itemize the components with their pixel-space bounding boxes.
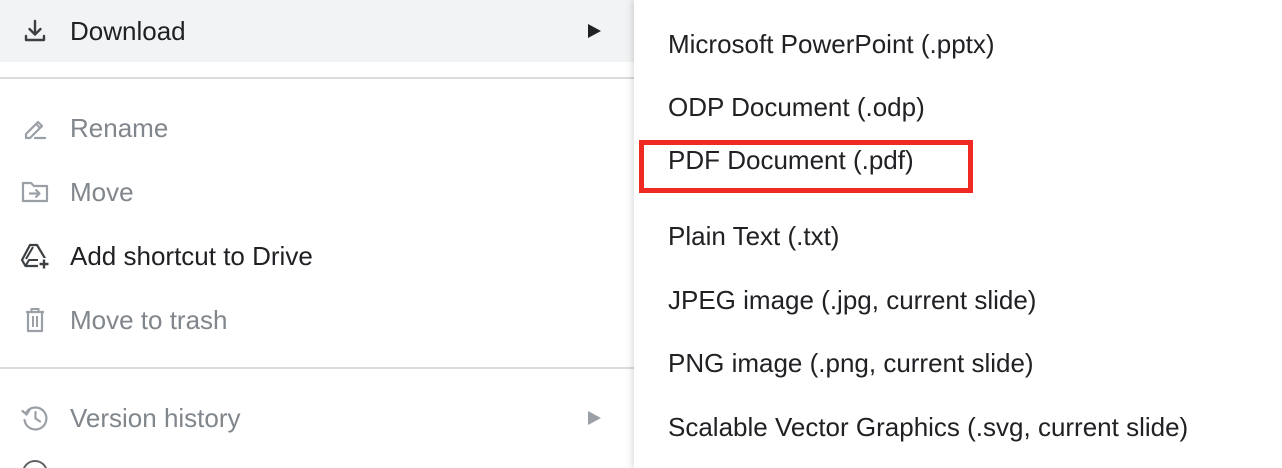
menu-divider — [0, 367, 634, 369]
download-submenu: Microsoft PowerPoint (.pptx) ODP Documen… — [634, 0, 1282, 468]
menu-item-version-history[interactable]: Version history — [0, 387, 634, 449]
menu-item-version-history-label: Version history — [70, 403, 241, 433]
download-option-png[interactable]: PNG image (.png, current slide) — [634, 331, 1282, 395]
download-option-label: PNG image (.png, current slide) — [668, 348, 1034, 378]
download-option-jpg[interactable]: JPEG image (.jpg, current slide) — [634, 268, 1282, 332]
download-option-pdf[interactable]: PDF Document (.pdf) — [634, 128, 1282, 193]
download-option-label: ODP Document (.odp) — [668, 92, 925, 122]
download-option-label: JPEG image (.jpg, current slide) — [668, 285, 1037, 315]
add-shortcut-drive-icon — [20, 241, 50, 271]
download-option-label: PDF Document (.pdf) — [668, 145, 914, 175]
menu-divider — [0, 77, 634, 79]
menu-item-move[interactable]: Move — [0, 161, 634, 223]
submenu-arrow-icon — [588, 24, 601, 38]
history-icon — [20, 403, 50, 433]
download-option-svg[interactable]: Scalable Vector Graphics (.svg, current … — [634, 395, 1282, 459]
file-menu: Download Rename Move Add shortcut to Dri… — [0, 0, 634, 468]
menu-item-add-shortcut-label: Add shortcut to Drive — [70, 241, 313, 271]
submenu-arrow-icon — [588, 411, 601, 425]
download-option-label: Plain Text (.txt) — [668, 221, 840, 251]
menu-item-move-to-trash[interactable]: Move to trash — [0, 289, 634, 351]
move-folder-icon — [20, 177, 50, 207]
download-option-label: Microsoft PowerPoint (.pptx) — [668, 29, 995, 59]
menu-item-move-label: Move — [70, 177, 134, 207]
menu-item-rename[interactable]: Rename — [0, 97, 634, 159]
menu-item-move-to-trash-label: Move to trash — [70, 305, 228, 335]
trash-icon — [20, 305, 50, 335]
rename-icon — [20, 113, 50, 143]
download-icon — [20, 16, 50, 46]
menu-item-rename-label: Rename — [70, 113, 169, 143]
download-option-txt[interactable]: Plain Text (.txt) — [634, 204, 1282, 268]
menu-item-download[interactable]: Download — [0, 0, 634, 62]
menu-item-download-label: Download — [70, 16, 186, 46]
partial-menu-icon — [22, 460, 48, 468]
download-option-pptx[interactable]: Microsoft PowerPoint (.pptx) — [634, 12, 1282, 76]
menu-stage: Download Rename Move Add shortcut to Dri… — [0, 0, 1282, 468]
menu-item-add-shortcut[interactable]: Add shortcut to Drive — [0, 225, 634, 287]
download-option-label: Scalable Vector Graphics (.svg, current … — [668, 412, 1189, 442]
